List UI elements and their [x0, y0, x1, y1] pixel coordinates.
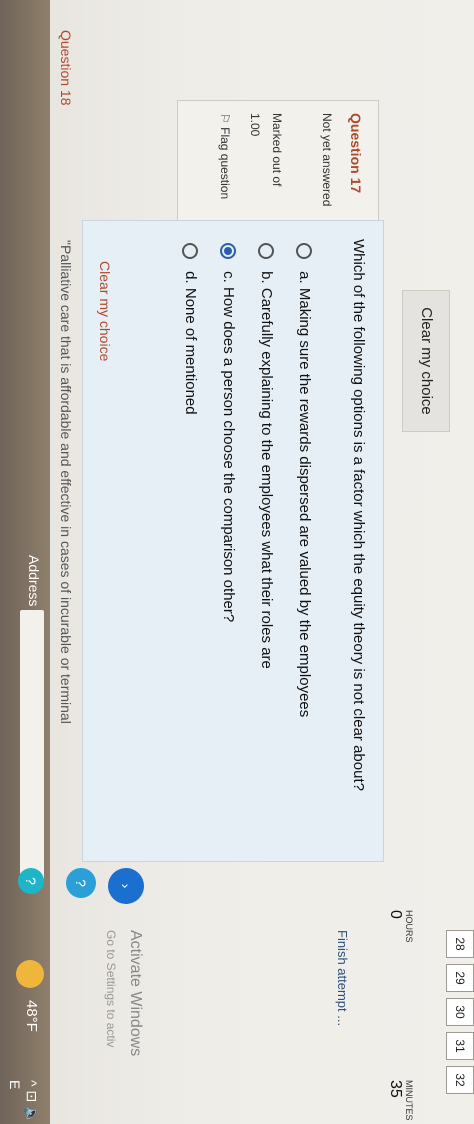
address-input[interactable]: [20, 610, 44, 880]
finish-attempt-link[interactable]: Finish attempt ...: [335, 930, 350, 1026]
nav-cell-29[interactable]: 29: [446, 964, 474, 992]
radio-d[interactable]: [181, 243, 198, 259]
marked-out-of-label: Marked out of: [270, 113, 284, 187]
activate-windows-subtitle: Go to Settings to activ: [104, 930, 118, 1048]
hours-value: 0: [387, 910, 404, 919]
nav-cell-32[interactable]: 32: [446, 1066, 474, 1094]
status-text: Not yet answered: [320, 113, 334, 207]
option-d[interactable]: d. None of mentioned: [181, 243, 199, 415]
screen: Clear my choice Question 17 Not yet answ…: [0, 0, 474, 1124]
marked-out-of-value: 1.00: [248, 113, 262, 137]
minutes-value: 35: [387, 1080, 404, 1098]
clear-choice-link[interactable]: Clear my choice: [97, 261, 113, 361]
help-round-icon[interactable]: ?: [18, 868, 44, 894]
question-panel: Which of the following options is a fact…: [82, 220, 384, 862]
next-question-label: Question 18: [58, 30, 74, 106]
weather-moon-icon: [16, 960, 44, 988]
nav-cell-30[interactable]: 30: [446, 998, 474, 1026]
timer: HOURS 0: [386, 910, 414, 943]
help-icon[interactable]: ?: [66, 868, 96, 898]
hours-label: HOURS: [404, 910, 414, 943]
flag-icon: ⚐: [218, 113, 232, 124]
radio-c[interactable]: [219, 243, 236, 259]
clear-choice-button-top[interactable]: Clear my choice: [402, 290, 450, 432]
question-text: Which of the following options is a fact…: [350, 239, 367, 791]
option-c[interactable]: c. How does a person choose the comparis…: [219, 243, 237, 622]
radio-b[interactable]: [257, 243, 274, 259]
question-number-label: Question 17: [348, 113, 364, 194]
weather-temp: 48°F: [23, 1000, 40, 1032]
next-page-button[interactable]: ›: [108, 868, 144, 904]
nav-cell-28[interactable]: 28: [446, 930, 474, 958]
taskbar: Address ? 48°F ^ ⊡ 🔈 E: [0, 0, 50, 1124]
minutes-label: MINUTES: [404, 1080, 414, 1121]
next-question-preview: "Palliative care that is affordable and …: [58, 240, 74, 724]
flag-question-link[interactable]: ⚐ Flag question: [218, 113, 232, 199]
activate-windows-title: Activate Windows: [127, 930, 144, 1057]
rotated-screen: Clear my choice Question 17 Not yet answ…: [0, 0, 474, 1124]
radio-a[interactable]: [295, 243, 312, 259]
timer-minutes: MINUTES 35: [386, 1080, 414, 1121]
nav-cell-31[interactable]: 31: [446, 1032, 474, 1060]
address-label: Address: [26, 555, 42, 607]
system-tray[interactable]: ^ ⊡ 🔈 E: [7, 1080, 40, 1124]
option-b[interactable]: b. Carefully explaining to the employees…: [257, 243, 275, 669]
option-a[interactable]: a. Making sure the rewards dispersed are…: [295, 243, 313, 717]
